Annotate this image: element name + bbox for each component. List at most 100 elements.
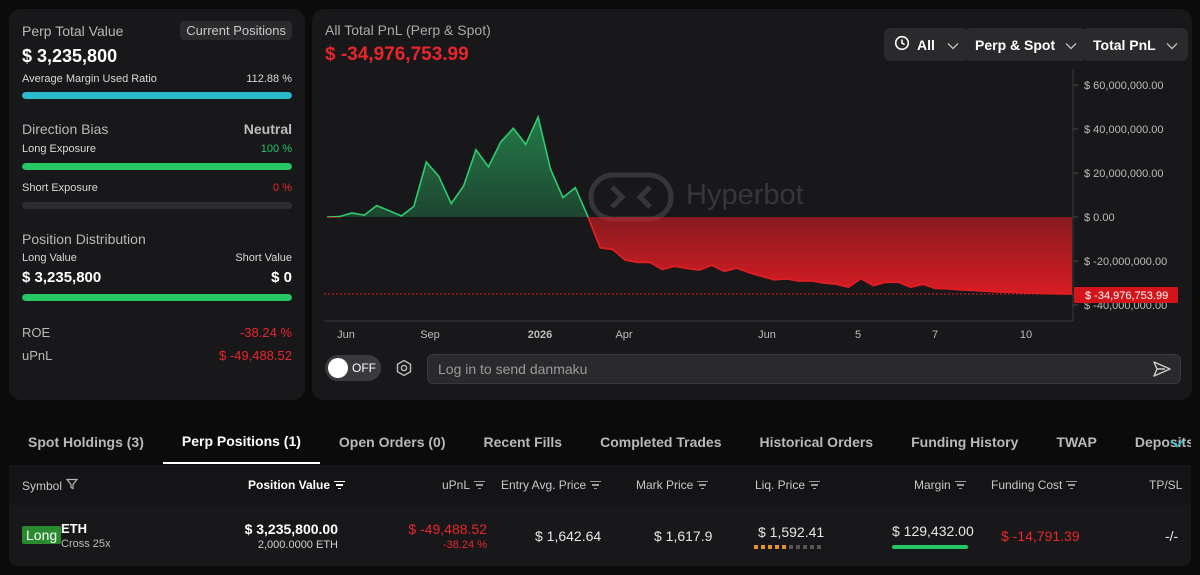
tab-recent-fills[interactable]: Recent Fills bbox=[465, 420, 582, 464]
direction-bias-label: Direction Bias bbox=[22, 121, 109, 137]
upnl-label: uPnL bbox=[22, 348, 53, 363]
x-tick-label: 5 bbox=[855, 329, 861, 341]
current-positions-badge[interactable]: Current Positions bbox=[180, 21, 292, 40]
col-position-value[interactable]: Position Value bbox=[248, 478, 346, 492]
y-tick-label: $ 20,000,000.00 bbox=[1084, 168, 1164, 180]
col-upnl[interactable]: uPnL bbox=[442, 478, 486, 492]
roe-value: -38.24 % bbox=[239, 325, 292, 340]
x-tick-label: Sep bbox=[420, 329, 440, 341]
short-exposure-label: Short Exposure bbox=[22, 182, 98, 194]
long-exposure-label: Long Exposure bbox=[22, 143, 96, 155]
sort-icon[interactable] bbox=[1066, 479, 1078, 492]
tab-open-orders[interactable]: Open Orders (0) bbox=[320, 420, 465, 464]
tab-perp-positions[interactable]: Perp Positions (1) bbox=[162, 420, 320, 464]
current-value-tag-text: $ -34,976,753.99 bbox=[1085, 290, 1168, 302]
col-entry-price-label: Entry Avg. Price bbox=[501, 478, 587, 492]
long-exposure-bar-fill bbox=[22, 163, 292, 170]
avg-margin-bar bbox=[22, 92, 292, 99]
tab-spot-holdings[interactable]: Spot Holdings (3) bbox=[9, 420, 163, 464]
tpsl-value[interactable]: -/- bbox=[1165, 528, 1178, 544]
y-tick-label: $ 40,000,000.00 bbox=[1084, 124, 1164, 136]
chevron-down-icon[interactable] bbox=[1163, 432, 1191, 454]
toggle-knob bbox=[328, 358, 348, 378]
y-tick-label: $ 0.00 bbox=[1084, 212, 1115, 224]
long-value-label: Long Value bbox=[22, 252, 77, 264]
col-mark-price-label: Mark Price bbox=[636, 478, 694, 492]
x-tick-label: Jun bbox=[758, 329, 776, 341]
tab-funding-history[interactable]: Funding History bbox=[892, 420, 1037, 464]
position-distribution-bar-fill bbox=[22, 294, 292, 301]
upnl-value: $ -49,488.52 bbox=[218, 348, 292, 363]
col-margin[interactable]: Margin bbox=[914, 478, 966, 492]
y-tick-label: $ -20,000,000.00 bbox=[1084, 256, 1167, 268]
row-upnl: $ -49,488.52 bbox=[408, 521, 487, 537]
short-exposure-bar bbox=[22, 202, 292, 209]
x-tick-label: 10 bbox=[1020, 329, 1032, 341]
margin-value: $ 129,432.00 bbox=[892, 523, 974, 539]
col-funding-cost[interactable]: Funding Cost bbox=[991, 478, 1078, 492]
sort-icon[interactable] bbox=[590, 479, 602, 492]
row-upnl-pct: -38.24 % bbox=[442, 539, 487, 551]
col-tpsl-label: TP/SL bbox=[1149, 478, 1183, 492]
positions-tabs: Spot Holdings (3) Perp Positions (1) Ope… bbox=[9, 420, 1191, 464]
long-exposure-value: 100 % bbox=[260, 143, 292, 155]
tab-historical-orders[interactable]: Historical Orders bbox=[740, 420, 892, 464]
tab-twap[interactable]: TWAP bbox=[1037, 420, 1115, 464]
y-tick-label: $ 60,000,000.00 bbox=[1084, 80, 1164, 92]
liq-risk-indicator bbox=[754, 545, 821, 549]
avg-margin-value: 112.88 % bbox=[246, 73, 292, 85]
perp-total-value: $ 3,235,800 bbox=[22, 46, 118, 66]
pnl-chart[interactable]: Hyperbot $ 60,000,000.00 $ 40,000,000.00 $… bbox=[312, 9, 1192, 349]
col-mark-price[interactable]: Mark Price bbox=[636, 478, 709, 492]
long-exposure-bar bbox=[22, 163, 292, 170]
side-badge: Long bbox=[22, 526, 62, 544]
short-value-label: Short Value bbox=[235, 252, 292, 264]
x-tick-label: Jun bbox=[337, 329, 355, 341]
col-symbol[interactable]: Symbol bbox=[22, 478, 79, 493]
table-row[interactable]: Long ETH Cross 25x $ 3,235,800.00 2,000.… bbox=[9, 505, 1191, 566]
chart-watermark: Hyperbot bbox=[588, 172, 804, 222]
position-distribution-bar bbox=[22, 294, 292, 301]
avg-margin-label: Average Margin Used Ratio bbox=[22, 73, 157, 85]
symbol-name[interactable]: ETH bbox=[61, 521, 87, 536]
col-liq-price-label: Liq. Price bbox=[755, 478, 806, 492]
sort-icon[interactable] bbox=[334, 479, 346, 492]
margin-bar bbox=[892, 545, 968, 549]
settings-icon[interactable] bbox=[395, 359, 413, 382]
roe-label: ROE bbox=[22, 325, 51, 340]
send-icon[interactable] bbox=[1152, 360, 1172, 383]
sort-icon[interactable] bbox=[809, 479, 821, 492]
col-position-value-label: Position Value bbox=[248, 478, 331, 492]
perp-total-value-label: Perp Total Value bbox=[22, 22, 124, 39]
col-symbol-label: Symbol bbox=[22, 478, 63, 493]
summary-card: Perp Total Value Current Positions $ 3,2… bbox=[9, 9, 305, 400]
col-liq-price[interactable]: Liq. Price bbox=[755, 478, 821, 492]
sort-icon[interactable] bbox=[954, 479, 966, 492]
entry-price: $ 1,642.64 bbox=[535, 528, 602, 544]
direction-bias-value: Neutral bbox=[243, 121, 292, 137]
x-tick-label: 2026 bbox=[528, 329, 552, 341]
col-funding-cost-label: Funding Cost bbox=[991, 478, 1063, 492]
col-upnl-label: uPnL bbox=[442, 478, 471, 492]
position-distribution-label: Position Distribution bbox=[22, 231, 146, 247]
long-value: $ 3,235,800 bbox=[22, 269, 102, 286]
danmaku-toggle[interactable]: OFF bbox=[325, 355, 381, 381]
x-tick-label: 7 bbox=[932, 329, 938, 341]
tab-completed-trades[interactable]: Completed Trades bbox=[581, 420, 740, 464]
filter-icon[interactable] bbox=[65, 478, 79, 493]
danmaku-input[interactable] bbox=[428, 355, 1138, 383]
pnl-chart-card: All Total PnL (Perp & Spot) $ -34,976,75… bbox=[312, 9, 1192, 400]
col-tpsl: TP/SL bbox=[1149, 478, 1182, 492]
sort-icon[interactable] bbox=[474, 479, 486, 492]
col-entry-price[interactable]: Entry Avg. Price bbox=[501, 478, 602, 492]
avg-margin-bar-fill bbox=[22, 92, 292, 99]
funding-cost: $ -14,791.39 bbox=[1001, 528, 1080, 544]
leverage-label: Cross 25x bbox=[61, 538, 111, 550]
short-exposure-value: 0 % bbox=[273, 182, 292, 194]
position-value: $ 3,235,800.00 bbox=[244, 521, 338, 537]
mark-price: $ 1,617.9 bbox=[654, 528, 713, 544]
danmaku-input-wrap[interactable] bbox=[427, 354, 1181, 384]
danmaku-toggle-label: OFF bbox=[352, 361, 376, 375]
sort-icon[interactable] bbox=[697, 479, 709, 492]
x-tick-label: Apr bbox=[615, 329, 632, 341]
